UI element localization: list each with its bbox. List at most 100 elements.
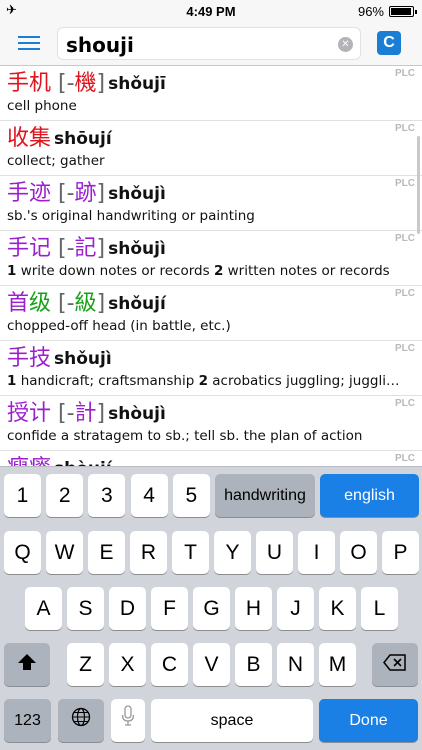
plc-tag: PLC — [395, 178, 415, 189]
key-q[interactable]: Q — [4, 531, 41, 574]
hanzi-text: ] — [96, 181, 106, 206]
microphone-icon[interactable] — [111, 699, 145, 742]
plc-tag: PLC — [395, 123, 415, 134]
clear-icon[interactable]: ✕ — [338, 37, 353, 52]
result-headword: 授计 [-計] shòujì — [7, 399, 166, 429]
key-i[interactable]: I — [298, 531, 335, 574]
key-1[interactable]: 1 — [4, 474, 41, 517]
english-button[interactable]: english — [320, 474, 419, 517]
key-j[interactable]: J — [277, 587, 314, 630]
key-s[interactable]: S — [67, 587, 104, 630]
key-n[interactable]: N — [277, 643, 314, 686]
hanzi-text: 手迹 — [7, 181, 52, 206]
sense-text: acrobatics juggling; juggling skill — [212, 373, 402, 389]
key-x[interactable]: X — [109, 643, 146, 686]
pinyin-text: shòujì — [108, 404, 166, 424]
hanzi-text: 瘦瘠 — [7, 456, 51, 466]
handwriting-button[interactable]: handwriting — [215, 474, 315, 517]
key-t[interactable]: T — [172, 531, 209, 574]
key-u[interactable]: U — [256, 531, 293, 574]
result-row[interactable]: 收集 shōují collect; gather PLC — [0, 121, 422, 176]
plc-tag: PLC — [395, 233, 415, 244]
hanzi-text: [- — [51, 401, 75, 426]
key-e[interactable]: E — [88, 531, 125, 574]
hanzi-text: ] — [96, 401, 106, 426]
hanzi-text: 機 — [74, 71, 97, 96]
definition-text: chopped-off head (in battle, etc.) — [7, 318, 231, 334]
c-button[interactable]: C — [377, 31, 401, 55]
result-row[interactable]: 手机 [-機] shǒujī cell phone PLC — [0, 66, 422, 121]
scrollbar[interactable] — [417, 136, 420, 234]
sense-number: 2 — [198, 373, 208, 389]
hanzi-text: 跡 — [74, 181, 97, 206]
hanzi-text: ] — [96, 236, 106, 261]
plc-tag: PLC — [395, 343, 415, 354]
key-h[interactable]: H — [235, 587, 272, 630]
space-key[interactable]: space — [151, 699, 313, 742]
key-w[interactable]: W — [46, 531, 83, 574]
battery-percentage: 96% — [357, 4, 384, 19]
result-row[interactable]: 首级 [-級] shǒují chopped-off head (in battle… — [0, 286, 422, 341]
key-z[interactable]: Z — [67, 643, 104, 686]
definition-text: confide a stratagem to sb.; tell sb. the… — [7, 428, 363, 444]
key-l[interactable]: L — [361, 587, 398, 630]
key-d[interactable]: D — [109, 587, 146, 630]
definition-text: 1 write down notes or records 2 written … — [7, 263, 402, 279]
result-headword: 手机 [-機] shǒujī — [7, 69, 166, 99]
done-button[interactable]: Done — [319, 699, 418, 742]
result-row[interactable]: 手技 shǒujì 1 handicraft; craftsmanship 2 ac… — [0, 341, 422, 396]
sense-text: written notes or records — [223, 263, 390, 279]
delete-icon[interactable] — [372, 643, 418, 686]
definition-text: 1 handicraft; craftsmanship 2 acrobatics… — [7, 373, 402, 389]
key-g[interactable]: G — [193, 587, 230, 630]
pinyin-text: shǒujī — [108, 74, 166, 94]
search-field[interactable]: ✕ — [57, 27, 361, 60]
status-bar: ✈ 4:49 PM 96% — [0, 0, 422, 22]
hanzi-text: [- — [51, 291, 75, 316]
search-bar: ✕ C — [0, 22, 422, 66]
globe-icon[interactable] — [58, 699, 104, 742]
key-y[interactable]: Y — [214, 531, 251, 574]
hanzi-text: 首 — [7, 291, 30, 316]
key-a[interactable]: A — [25, 587, 62, 630]
battery-icon — [389, 6, 417, 17]
key-b[interactable]: B — [235, 643, 272, 686]
key-m[interactable]: M — [319, 643, 356, 686]
plc-tag: PLC — [395, 68, 415, 79]
key-f[interactable]: F — [151, 587, 188, 630]
result-headword: 手技 shǒujì — [7, 344, 112, 374]
plc-tag: PLC — [395, 398, 415, 409]
sense-text: write down notes or records — [16, 263, 214, 279]
hamburger-menu-icon[interactable] — [18, 36, 42, 52]
key-v[interactable]: V — [193, 643, 230, 686]
hanzi-text: 手记 — [7, 236, 52, 261]
sense-number: 2 — [213, 263, 224, 279]
plc-tag: PLC — [395, 288, 415, 299]
key-k[interactable]: K — [319, 587, 356, 630]
numbers-button[interactable]: 123 — [4, 699, 51, 742]
hanzi-text: 手机 — [7, 71, 52, 96]
definition-text: cell phone — [7, 98, 77, 114]
result-row[interactable]: 手迹 [-跡] shǒujì sb.'s original handwriting … — [0, 176, 422, 231]
sense-text: handicraft; craftsmanship — [16, 373, 199, 389]
key-c[interactable]: C — [151, 643, 188, 686]
result-row[interactable]: 授计 [-計] shòujì confide a stratagem to sb.;… — [0, 396, 422, 451]
key-5[interactable]: 5 — [172, 474, 210, 517]
search-input[interactable] — [66, 32, 326, 58]
definition-text: sb.'s original handwriting or painting — [7, 208, 255, 224]
key-4[interactable]: 4 — [130, 474, 168, 517]
key-o[interactable]: O — [340, 531, 377, 574]
shift-icon[interactable] — [4, 643, 50, 686]
pinyin-text: shǒujì — [54, 349, 112, 369]
key-2[interactable]: 2 — [46, 474, 84, 517]
key-r[interactable]: R — [130, 531, 167, 574]
key-3[interactable]: 3 — [88, 474, 126, 517]
result-headword: 手记 [-記] shǒujì — [7, 234, 166, 264]
result-row[interactable]: 手记 [-記] shǒujì 1 write down notes or recor… — [0, 231, 422, 286]
result-row[interactable]: 瘦瘠shòují PLC — [0, 451, 422, 466]
hanzi-text: [- — [51, 236, 75, 261]
key-p[interactable]: P — [382, 531, 419, 574]
hanzi-text: 级 — [29, 291, 52, 316]
hanzi-text: 級 — [74, 291, 97, 316]
results-list[interactable]: 手机 [-機] shǒujī cell phone PLC 收集 shōují collec… — [0, 66, 422, 466]
